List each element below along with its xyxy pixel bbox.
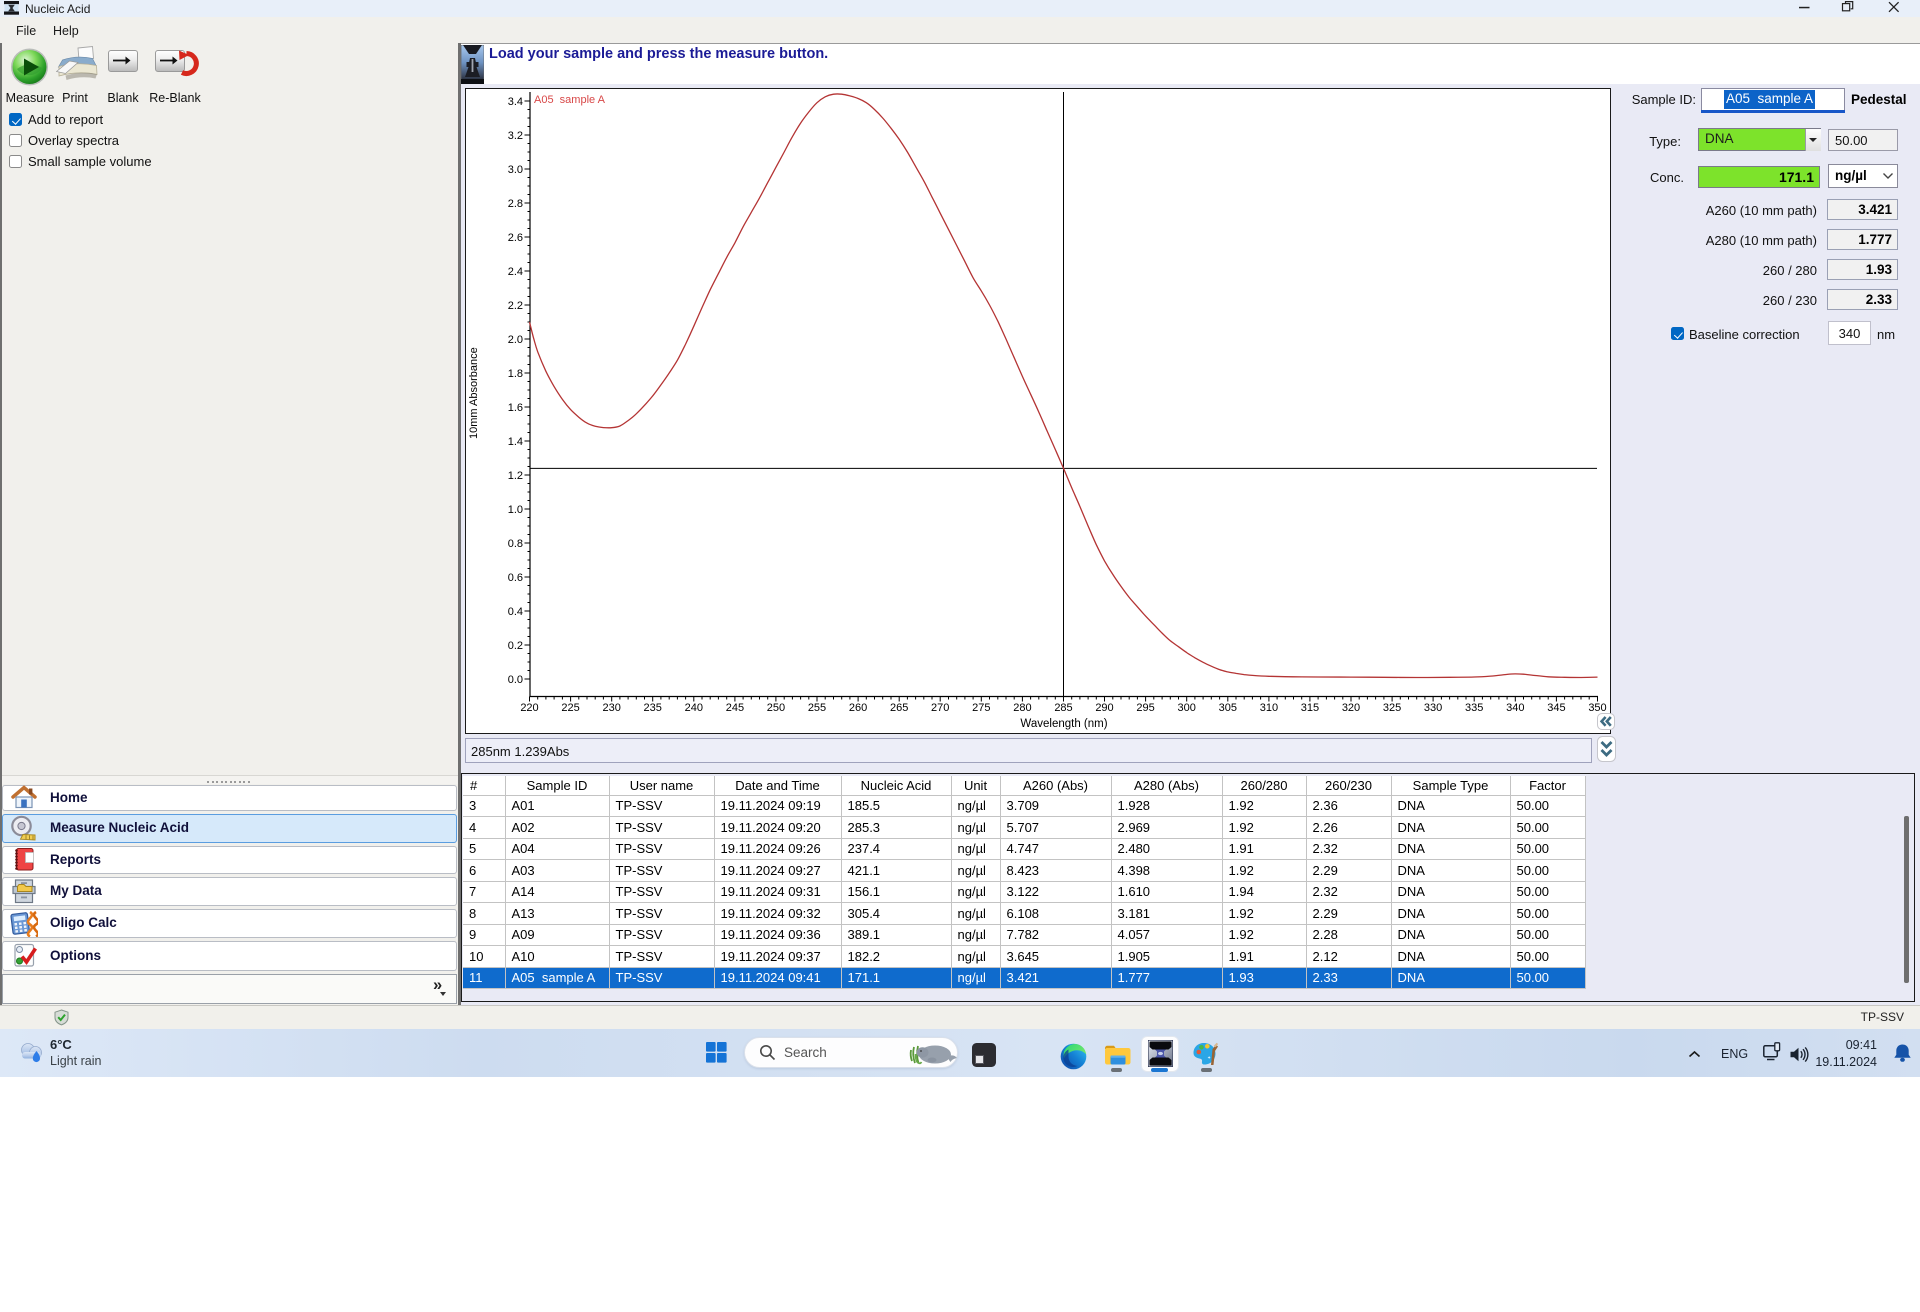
svg-text:2.2: 2.2 [507,300,522,312]
svg-text:2.0: 2.0 [507,334,522,346]
svg-text:3.0: 3.0 [507,164,522,176]
svg-text:0.6: 0.6 [507,572,522,584]
svg-text:235: 235 [643,702,661,714]
svg-text:325: 325 [1382,702,1400,714]
svg-text:270: 270 [931,702,949,714]
svg-text:250: 250 [766,702,784,714]
svg-text:2.8: 2.8 [507,198,522,210]
svg-text:300: 300 [1177,702,1195,714]
svg-text:310: 310 [1259,702,1277,714]
svg-text:280: 280 [1013,702,1031,714]
svg-text:1.4: 1.4 [507,436,522,448]
svg-text:0.0: 0.0 [507,674,522,686]
svg-text:315: 315 [1300,702,1318,714]
svg-text:320: 320 [1341,702,1359,714]
svg-text:345: 345 [1547,702,1565,714]
svg-text:350: 350 [1588,702,1606,714]
svg-text:225: 225 [561,702,579,714]
svg-text:275: 275 [972,702,990,714]
svg-text:255: 255 [807,702,825,714]
svg-text:230: 230 [602,702,620,714]
svg-text:0.4: 0.4 [507,606,522,618]
svg-text:295: 295 [1136,702,1154,714]
svg-text:Wavelength (nm): Wavelength (nm) [1020,718,1107,730]
svg-text:1.6: 1.6 [507,402,522,414]
svg-text:3.2: 3.2 [507,130,522,142]
svg-text:340: 340 [1506,702,1524,714]
svg-text:335: 335 [1465,702,1483,714]
svg-text:220: 220 [520,702,538,714]
svg-text:0.8: 0.8 [507,538,522,550]
svg-text:1.8: 1.8 [507,368,522,380]
svg-text:245: 245 [725,702,743,714]
svg-text:240: 240 [684,702,702,714]
svg-text:330: 330 [1423,702,1441,714]
svg-text:1.0: 1.0 [507,504,522,516]
svg-text:2.4: 2.4 [507,266,522,278]
svg-text:265: 265 [890,702,908,714]
svg-text:3.4: 3.4 [507,96,522,108]
svg-text:285: 285 [1054,702,1072,714]
svg-text:1.2: 1.2 [507,470,522,482]
svg-text:260: 260 [848,702,866,714]
svg-text:A05 sample A: A05 sample A [534,94,606,106]
svg-text:305: 305 [1218,702,1236,714]
svg-text:2.6: 2.6 [507,232,522,244]
svg-text:0.2: 0.2 [507,640,522,652]
svg-text:290: 290 [1095,702,1113,714]
